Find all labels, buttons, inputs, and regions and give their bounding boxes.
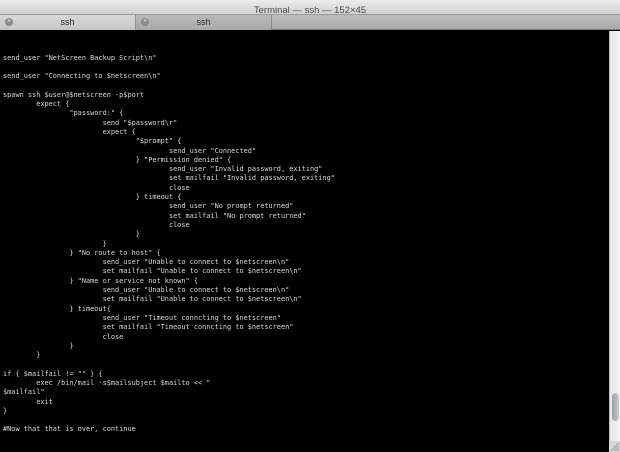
tab-label: ssh [196,17,211,27]
terminal-line: } "Permission denied" { [3,155,232,164]
close-tab-icon[interactable]: × [141,18,149,26]
terminal-line: exec /bin/mail -s$mailsubject $mailto <<… [3,378,211,387]
terminal-line: } [3,351,41,360]
vertical-scrollbar[interactable] [609,31,620,452]
title-bar[interactable]: Terminal — ssh — 152×45 [0,0,620,16]
terminal-line: } [3,341,74,350]
terminal-line: "$prompt" { [3,137,182,146]
close-tab-icon[interactable]: × [5,18,13,26]
terminal-line: } timeout { [3,193,182,202]
terminal-window: Terminal — ssh — 152×45 × ssh × ssh send… [0,0,620,452]
terminal-line: close [3,220,190,229]
tab-ssh-2[interactable]: × ssh [136,15,272,30]
terminal-line: } [3,230,140,239]
terminal-line: close [3,332,124,341]
terminal-line: } "Name or service not known" { [3,276,198,285]
terminal-text[interactable]: send_user "NetScreen Backup Script\n" se… [3,35,609,452]
terminal-line: } "No route to host" { [3,248,161,257]
terminal-line: send_user "Unable to connect to $netscre… [3,286,290,295]
terminal-line: #Now that that is over, continue [3,425,136,434]
terminal-line: set mailfail "Unable to connect to $nets… [3,267,302,276]
tab-label: ssh [60,17,75,27]
terminal-line: spawn ssh $user@$netscreen -p$port [3,90,145,99]
terminal-output[interactable]: send_user "NetScreen Backup Script\n" se… [0,31,609,452]
resize-grip-icon[interactable] [609,441,620,452]
terminal-line: expect { [3,127,136,136]
terminal-line: send_user "Timeout conncting to $netscre… [3,313,281,322]
terminal-line: } [3,239,107,248]
tab-ssh-1[interactable]: × ssh [0,15,136,30]
terminal-line: send "$password\r" [3,118,178,127]
terminal-line: send_user "Connecting to $netscreen\n" [3,72,161,81]
terminal-line: set mailfail "No prompt returned" [3,211,306,220]
terminal-line: } [3,406,8,415]
terminal-line: set mailfail "Invalid password, exiting" [3,174,335,183]
terminal-line: exit [3,397,53,406]
terminal-line: $mailfail" [3,388,45,397]
terminal-line: set mailfail "Timeout conncting to $nets… [3,323,294,332]
terminal-line: send_user "No prompt returned" [3,202,294,211]
terminal-line: send_user "Unable to connect to $netscre… [3,258,290,267]
terminal-line: set mailfail "Unable to connect to $nets… [3,295,302,304]
scrollbar-thumb[interactable] [612,393,619,421]
terminal-line: send_user "Invalid password, exiting" [3,165,323,174]
terminal-line: if { $mailfail != "" } { [3,369,103,378]
terminal-line: send_user "NetScreen Backup Script\n" [3,53,157,62]
tab-bar: × ssh × ssh [0,14,620,30]
terminal-line: expect { [3,100,70,109]
terminal-line: "password:" { [3,109,124,118]
terminal-line: send_user "Connected" [3,146,257,155]
terminal-line: } timeout{ [3,304,111,313]
terminal-line: close [3,183,190,192]
